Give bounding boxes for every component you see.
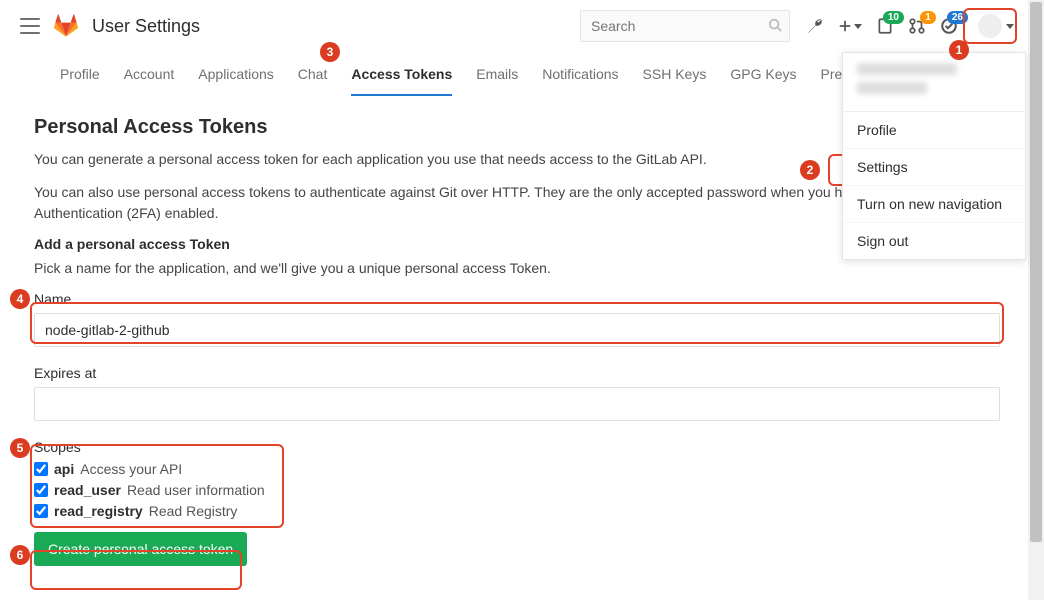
name-label: Name: [34, 291, 1010, 307]
dropdown-toggle-nav[interactable]: Turn on new navigation: [843, 186, 1025, 223]
callout-num-6: 6: [10, 545, 30, 565]
merge-request-icon[interactable]: 1: [908, 17, 926, 35]
scope-read-registry-checkbox[interactable]: [34, 504, 48, 518]
scope-read-registry-name: read_registry: [54, 503, 143, 519]
name-input[interactable]: [34, 313, 1000, 347]
user-dropdown: Profile Settings Turn on new navigation …: [842, 52, 1026, 260]
tab-emails[interactable]: Emails: [476, 54, 518, 94]
expires-label: Expires at: [34, 365, 1010, 381]
mr-badge: 1: [920, 11, 936, 24]
scope-api-name: api: [54, 461, 74, 477]
scrollbar[interactable]: [1028, 0, 1044, 600]
scope-row-read-user: read_user Read user information: [34, 482, 1010, 498]
scope-row-api: api Access your API: [34, 461, 1010, 477]
hamburger-icon[interactable]: [20, 18, 40, 34]
callout-num-4: 4: [10, 289, 30, 309]
tab-account[interactable]: Account: [124, 54, 175, 94]
wrench-icon[interactable]: [806, 17, 824, 35]
tab-applications[interactable]: Applications: [198, 54, 274, 94]
dropdown-sign-out[interactable]: Sign out: [843, 223, 1025, 259]
dropdown-settings[interactable]: Settings: [843, 149, 1025, 186]
tab-gpg-keys[interactable]: GPG Keys: [730, 54, 796, 94]
scope-api-checkbox[interactable]: [34, 462, 48, 476]
tab-profile[interactable]: Profile: [60, 54, 100, 94]
callout-num-5: 5: [10, 438, 30, 458]
callout-num-3: 3: [320, 42, 340, 62]
page-title: User Settings: [92, 16, 200, 37]
add-desc: Pick a name for the application, and we'…: [34, 258, 1010, 279]
callout-num-2: 2: [800, 160, 820, 180]
chevron-down-icon: [1006, 24, 1014, 29]
topbar: User Settings 10 1 26: [0, 0, 1044, 52]
issues-icon[interactable]: 10: [876, 17, 894, 35]
search-input[interactable]: [580, 10, 790, 42]
scope-read-user-name: read_user: [54, 482, 121, 498]
expires-input[interactable]: [34, 387, 1000, 421]
avatar-button[interactable]: [972, 10, 1020, 42]
gitlab-logo[interactable]: [54, 14, 78, 38]
top-icons: 10 1 26: [806, 10, 1020, 42]
search-wrap: [580, 10, 790, 42]
dropdown-header: [843, 53, 1025, 112]
scope-read-registry-desc: Read Registry: [149, 503, 238, 519]
scope-api-desc: Access your API: [80, 461, 182, 477]
scope-read-user-desc: Read user information: [127, 482, 265, 498]
scope-row-read-registry: read_registry Read Registry: [34, 503, 1010, 519]
tab-ssh-keys[interactable]: SSH Keys: [643, 54, 707, 94]
tab-notifications[interactable]: Notifications: [542, 54, 618, 94]
todos-icon[interactable]: 26: [940, 17, 958, 35]
dropdown-profile[interactable]: Profile: [843, 112, 1025, 149]
tab-chat[interactable]: Chat: [298, 54, 328, 94]
create-token-button[interactable]: Create personal access token: [34, 532, 247, 566]
scrollbar-thumb[interactable]: [1030, 2, 1042, 542]
issues-badge: 10: [883, 11, 904, 24]
scope-read-user-checkbox[interactable]: [34, 483, 48, 497]
search-icon: [768, 18, 782, 35]
callout-num-1: 1: [949, 40, 969, 60]
tab-access-tokens[interactable]: Access Tokens: [351, 54, 452, 94]
scopes-label: Scopes: [34, 439, 1010, 455]
plus-icon[interactable]: [838, 19, 862, 33]
todos-badge: 26: [947, 11, 968, 24]
avatar: [978, 14, 1002, 38]
